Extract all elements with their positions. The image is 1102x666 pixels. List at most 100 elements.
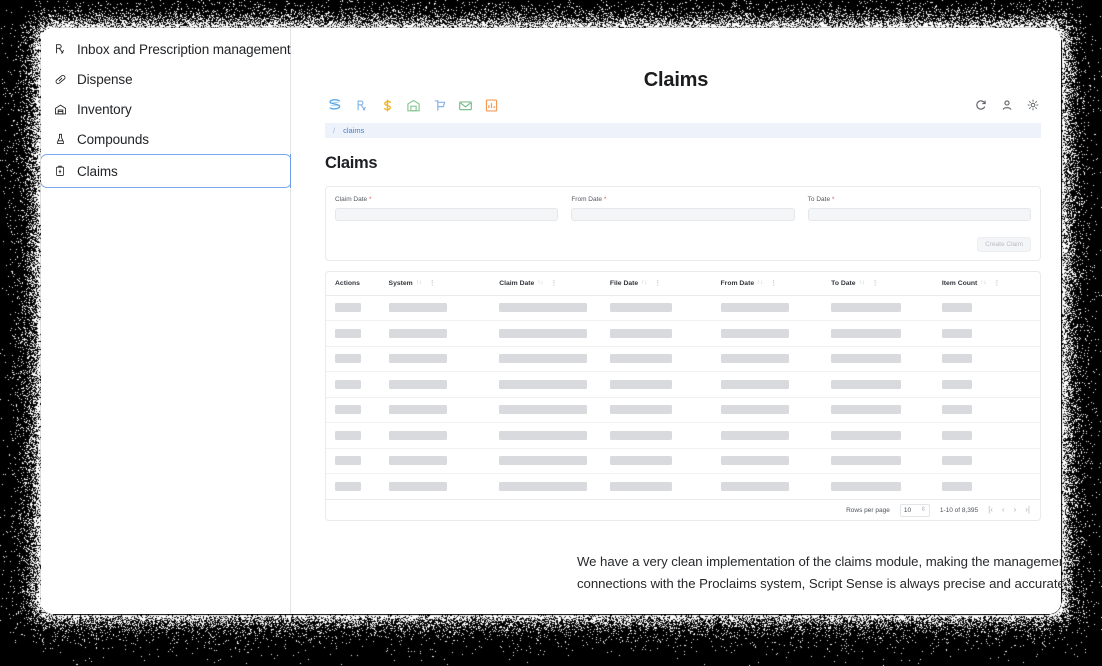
prev-page-button[interactable]: ‹ xyxy=(1002,506,1005,514)
sidebar-item-dispense[interactable]: Dispense xyxy=(41,64,290,94)
column-menu-icon[interactable]: ⋮ xyxy=(770,280,777,287)
table-row[interactable] xyxy=(326,397,1040,423)
sort-arrows-icon[interactable]: ↑↓ xyxy=(537,280,543,286)
table-cell xyxy=(380,346,491,372)
claims-table-head: Actions System ↑↓ ⋮ Claim Date ↑↓ ⋮ File Date ↑↓… xyxy=(326,272,1040,295)
dollar-icon[interactable] xyxy=(379,97,395,113)
table-cell xyxy=(933,448,1040,474)
table-cell xyxy=(380,397,491,423)
column-menu-icon[interactable]: ⋮ xyxy=(993,280,1000,287)
table-row[interactable] xyxy=(326,423,1040,449)
sidebar-item-claims[interactable]: Claims xyxy=(41,154,292,188)
table-cell xyxy=(601,397,712,423)
skeleton-placeholder xyxy=(721,380,789,389)
sidebar-item-inventory[interactable]: Inventory xyxy=(41,94,290,124)
skeleton-placeholder xyxy=(499,329,587,338)
user-icon[interactable] xyxy=(999,97,1015,113)
table-cell xyxy=(326,474,380,500)
table-cell xyxy=(380,372,491,398)
refresh-icon[interactable] xyxy=(973,97,989,113)
skeleton-placeholder xyxy=(335,431,361,440)
table-cell xyxy=(601,295,712,321)
table-cell xyxy=(490,372,601,398)
sidebar: Inbox and Prescription management Dispen… xyxy=(41,28,291,614)
warehouse-icon[interactable] xyxy=(405,97,421,113)
skeleton-placeholder xyxy=(831,431,901,440)
settings-gear-icon[interactable] xyxy=(1025,97,1041,113)
table-cell xyxy=(490,295,601,321)
first-page-button[interactable]: |‹ xyxy=(988,506,993,514)
pagination-range-label: 1-10 of 8,395 xyxy=(940,507,978,514)
table-row[interactable] xyxy=(326,321,1040,347)
table-cell xyxy=(601,474,712,500)
column-header-from-date[interactable]: From Date ↑↓ ⋮ xyxy=(712,272,823,295)
app-toolbar xyxy=(325,91,1041,119)
column-header-item-count[interactable]: Item Count ↑↓ ⋮ xyxy=(933,272,1040,295)
pagination-nav: |‹ ‹ › ›| xyxy=(988,506,1030,514)
skeleton-placeholder xyxy=(335,303,361,312)
claim-date-input[interactable] xyxy=(335,208,558,221)
skeleton-placeholder xyxy=(610,329,672,338)
table-cell xyxy=(490,423,601,449)
rx-icon[interactable] xyxy=(353,97,369,113)
column-header-actions[interactable]: Actions xyxy=(326,272,380,295)
table-cell xyxy=(490,321,601,347)
table-row[interactable] xyxy=(326,474,1040,500)
sort-arrows-icon[interactable]: ↑↓ xyxy=(859,280,865,286)
table-cell xyxy=(490,474,601,500)
report-icon[interactable] xyxy=(483,97,499,113)
skeleton-placeholder xyxy=(942,354,972,363)
table-cell xyxy=(712,321,823,347)
sort-arrows-icon[interactable]: ↑↓ xyxy=(641,280,647,286)
skeleton-placeholder xyxy=(610,456,672,465)
table-row[interactable] xyxy=(326,448,1040,474)
skeleton-placeholder xyxy=(499,431,587,440)
table-cell xyxy=(712,448,823,474)
script-sense-s-logo-icon[interactable] xyxy=(327,97,343,113)
cart-icon[interactable] xyxy=(431,97,447,113)
skeleton-placeholder xyxy=(610,405,672,414)
caption-text: We have a very clean implementation of t… xyxy=(577,551,1061,595)
table-cell xyxy=(326,372,380,398)
table-row[interactable] xyxy=(326,346,1040,372)
sidebar-item-label: Compounds xyxy=(77,132,149,147)
column-menu-icon[interactable]: ⋮ xyxy=(872,280,879,287)
table-cell xyxy=(822,423,933,449)
column-header-content: Claim Date ↑↓ ⋮ xyxy=(499,280,601,287)
column-menu-icon[interactable]: ⋮ xyxy=(550,280,557,287)
table-row[interactable] xyxy=(326,295,1040,321)
column-header-content: System ↑↓ ⋮ xyxy=(389,280,491,287)
column-menu-icon[interactable]: ⋮ xyxy=(654,280,661,287)
app-page-title: Claims xyxy=(325,154,1041,173)
chevron-updown-icon: ⇳ xyxy=(921,507,926,513)
create-claim-button[interactable]: Create Claim xyxy=(977,237,1031,252)
from-date-input[interactable] xyxy=(571,208,794,221)
sort-arrows-icon[interactable]: ↑↓ xyxy=(980,280,986,286)
skeleton-placeholder xyxy=(721,329,789,338)
table-cell xyxy=(326,321,380,347)
column-header-system[interactable]: System ↑↓ ⋮ xyxy=(380,272,491,295)
column-header-to-date[interactable]: To Date ↑↓ ⋮ xyxy=(822,272,933,295)
sort-arrows-icon[interactable]: ↑↓ xyxy=(757,280,763,286)
column-header-label: To Date xyxy=(831,280,855,287)
table-cell xyxy=(326,448,380,474)
sidebar-item-compounds[interactable]: Compounds xyxy=(41,124,290,154)
breadcrumb-item-claims[interactable]: claims xyxy=(343,126,364,135)
skeleton-placeholder xyxy=(831,329,901,338)
rows-per-page-select[interactable]: 10 ⇳ xyxy=(900,504,930,517)
table-cell xyxy=(326,397,380,423)
column-menu-icon[interactable]: ⋮ xyxy=(429,280,436,287)
last-page-button[interactable]: ›| xyxy=(1025,506,1030,514)
sidebar-item-inbox-and-prescription-management[interactable]: Inbox and Prescription management xyxy=(41,34,290,64)
skeleton-placeholder xyxy=(610,380,672,389)
to-date-input[interactable] xyxy=(808,208,1031,221)
next-page-button[interactable]: › xyxy=(1014,506,1017,514)
table-cell xyxy=(326,423,380,449)
envelope-icon[interactable] xyxy=(457,97,473,113)
sort-arrows-icon[interactable]: ↑↓ xyxy=(416,280,422,286)
column-header-label: From Date xyxy=(721,280,755,287)
column-header-claim-date[interactable]: Claim Date ↑↓ ⋮ xyxy=(490,272,601,295)
column-header-file-date[interactable]: File Date ↑↓ ⋮ xyxy=(601,272,712,295)
rows-per-page-value: 10 xyxy=(904,507,911,514)
table-row[interactable] xyxy=(326,372,1040,398)
